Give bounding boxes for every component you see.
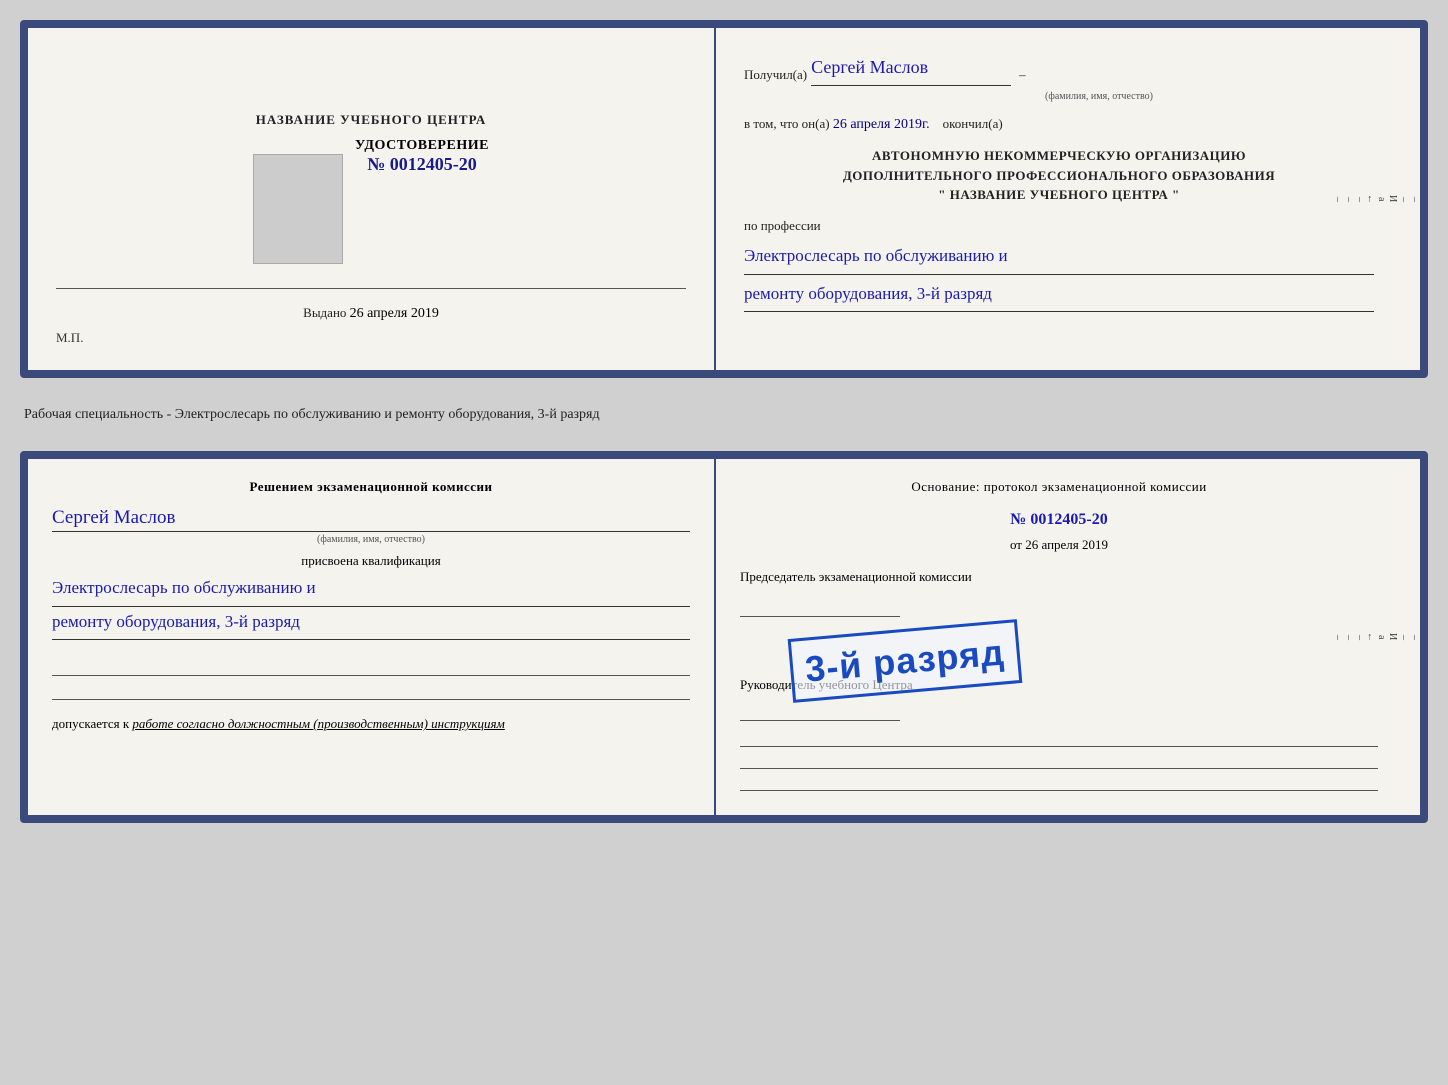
middle-description: Рабочая специальность - Электрослесарь п… xyxy=(20,394,1428,435)
udostoverenie-label: УДОСТОВЕРЕНИЕ xyxy=(355,138,489,154)
vydano-block: Выдано 26 апреля 2019 xyxy=(303,305,439,322)
bottom-certificate-card: Решением экзаменационной комиссии Сергей… xyxy=(20,451,1428,823)
top-right-panel: Получил(а) Сергей Маслов – (фамилия, имя… xyxy=(716,28,1402,370)
vydano-label: Выдано xyxy=(303,305,346,320)
vtom-line: в том, что он(а) 26 апреля 2019г. окончи… xyxy=(744,113,1374,137)
recipient-name: Сергей Маслов xyxy=(811,52,1011,86)
po-professii-label: по профессии xyxy=(744,215,1374,237)
dopuskaetsya-label: допускается к xyxy=(52,716,129,731)
profession-line2: ремонту оборудования, 3-й разряд xyxy=(744,279,1374,313)
prisvoena-text: присвоена квалификация xyxy=(52,553,690,569)
dopuskaetsya-block: допускается к работе согласно должностны… xyxy=(52,716,690,732)
ot-date-value: 26 апреля 2019 xyxy=(1025,537,1108,552)
poluchil-line: Получил(а) Сергей Маслов – xyxy=(744,52,1374,86)
qual-line1: Электрослесарь по обслуживанию и xyxy=(52,573,690,607)
okonchill-text: окончил(а) xyxy=(943,116,1003,131)
page-container: НАЗВАНИЕ УЧЕБНОГО ЦЕНТРА УДОСТОВЕРЕНИЕ №… xyxy=(20,20,1428,823)
osnovanie-title: Основание: протокол экзаменационной коми… xyxy=(740,479,1378,495)
bottom-recipient-name: Сергей Маслов xyxy=(52,507,690,532)
org-block: АВТОНОМНУЮ НЕКОММЕРЧЕСКУЮ ОРГАНИЗАЦИЮ ДО… xyxy=(744,146,1374,205)
qual-line2: ремонту оборудования, 3-й разряд xyxy=(52,607,690,641)
vtom-label: в том, что он(а) xyxy=(744,116,830,131)
mp-block: М.П. xyxy=(56,330,83,346)
predsedatel-block: Председатель экзаменационной комиссии 3-… xyxy=(740,569,1378,617)
org-line1: АВТОНОМНУЮ НЕКОММЕРЧЕСКУЮ ОРГАНИЗАЦИЮ xyxy=(744,146,1374,166)
completion-date: 26 апреля 2019г. xyxy=(833,117,930,132)
resheniem-title: Решением экзаменационной комиссии xyxy=(52,479,690,495)
predsedatel-text: Председатель экзаменационной комиссии xyxy=(740,569,1378,585)
fio-subtitle-top: (фамилия, имя, отчество) xyxy=(824,88,1374,105)
photo-placeholder xyxy=(253,154,343,264)
ot-label: от xyxy=(1010,537,1022,552)
org-line2: ДОПОЛНИТЕЛЬНОГО ПРОФЕССИОНАЛЬНОГО ОБРАЗО… xyxy=(744,166,1374,186)
poluchil-text: Получил(а) xyxy=(744,64,807,86)
bottom-fio-subtitle: (фамилия, имя, отчество) xyxy=(52,534,690,545)
bottom-cert-number: № 0012405-20 xyxy=(740,511,1378,529)
bottom-name-block: Сергей Маслов (фамилия, имя, отчество) xyxy=(52,507,690,545)
right-side-lines xyxy=(740,729,1378,791)
org-line3: " НАЗВАНИЕ УЧЕБНОГО ЦЕНТРА " xyxy=(744,185,1374,205)
bottom-left-panel: Решением экзаменационной комиссии Сергей… xyxy=(28,459,716,815)
profession-line1: Электрослесарь по обслуживанию и xyxy=(744,241,1374,275)
top-certificate-card: НАЗВАНИЕ УЧЕБНОГО ЦЕНТРА УДОСТОВЕРЕНИЕ №… xyxy=(20,20,1428,378)
vydano-date: 26 апреля 2019 xyxy=(350,306,439,321)
stamp-text: 3-й разряд xyxy=(804,631,1007,690)
top-center-title: НАЗВАНИЕ УЧЕБНОГО ЦЕНТРА xyxy=(256,112,487,128)
bottom-right-stripe: – – И а ← – – – xyxy=(1402,459,1420,815)
cert-number: № 0012405-20 xyxy=(355,154,489,175)
bottom-right-panel: Основание: протокол экзаменационной коми… xyxy=(716,459,1402,815)
dopuskaetsya-value: работе согласно должностным (производств… xyxy=(132,716,504,731)
signature-lines xyxy=(52,656,690,700)
right-stripe: – – И а ← – – – xyxy=(1402,28,1420,370)
ot-date: от 26 апреля 2019 xyxy=(740,537,1378,553)
po-professii-block: по профессии Электрослесарь по обслужива… xyxy=(744,215,1374,312)
udostoverenie-block: УДОСТОВЕРЕНИЕ № 0012405-20 xyxy=(355,138,489,175)
top-left-panel: НАЗВАНИЕ УЧЕБНОГО ЦЕНТРА УДОСТОВЕРЕНИЕ №… xyxy=(28,28,716,370)
